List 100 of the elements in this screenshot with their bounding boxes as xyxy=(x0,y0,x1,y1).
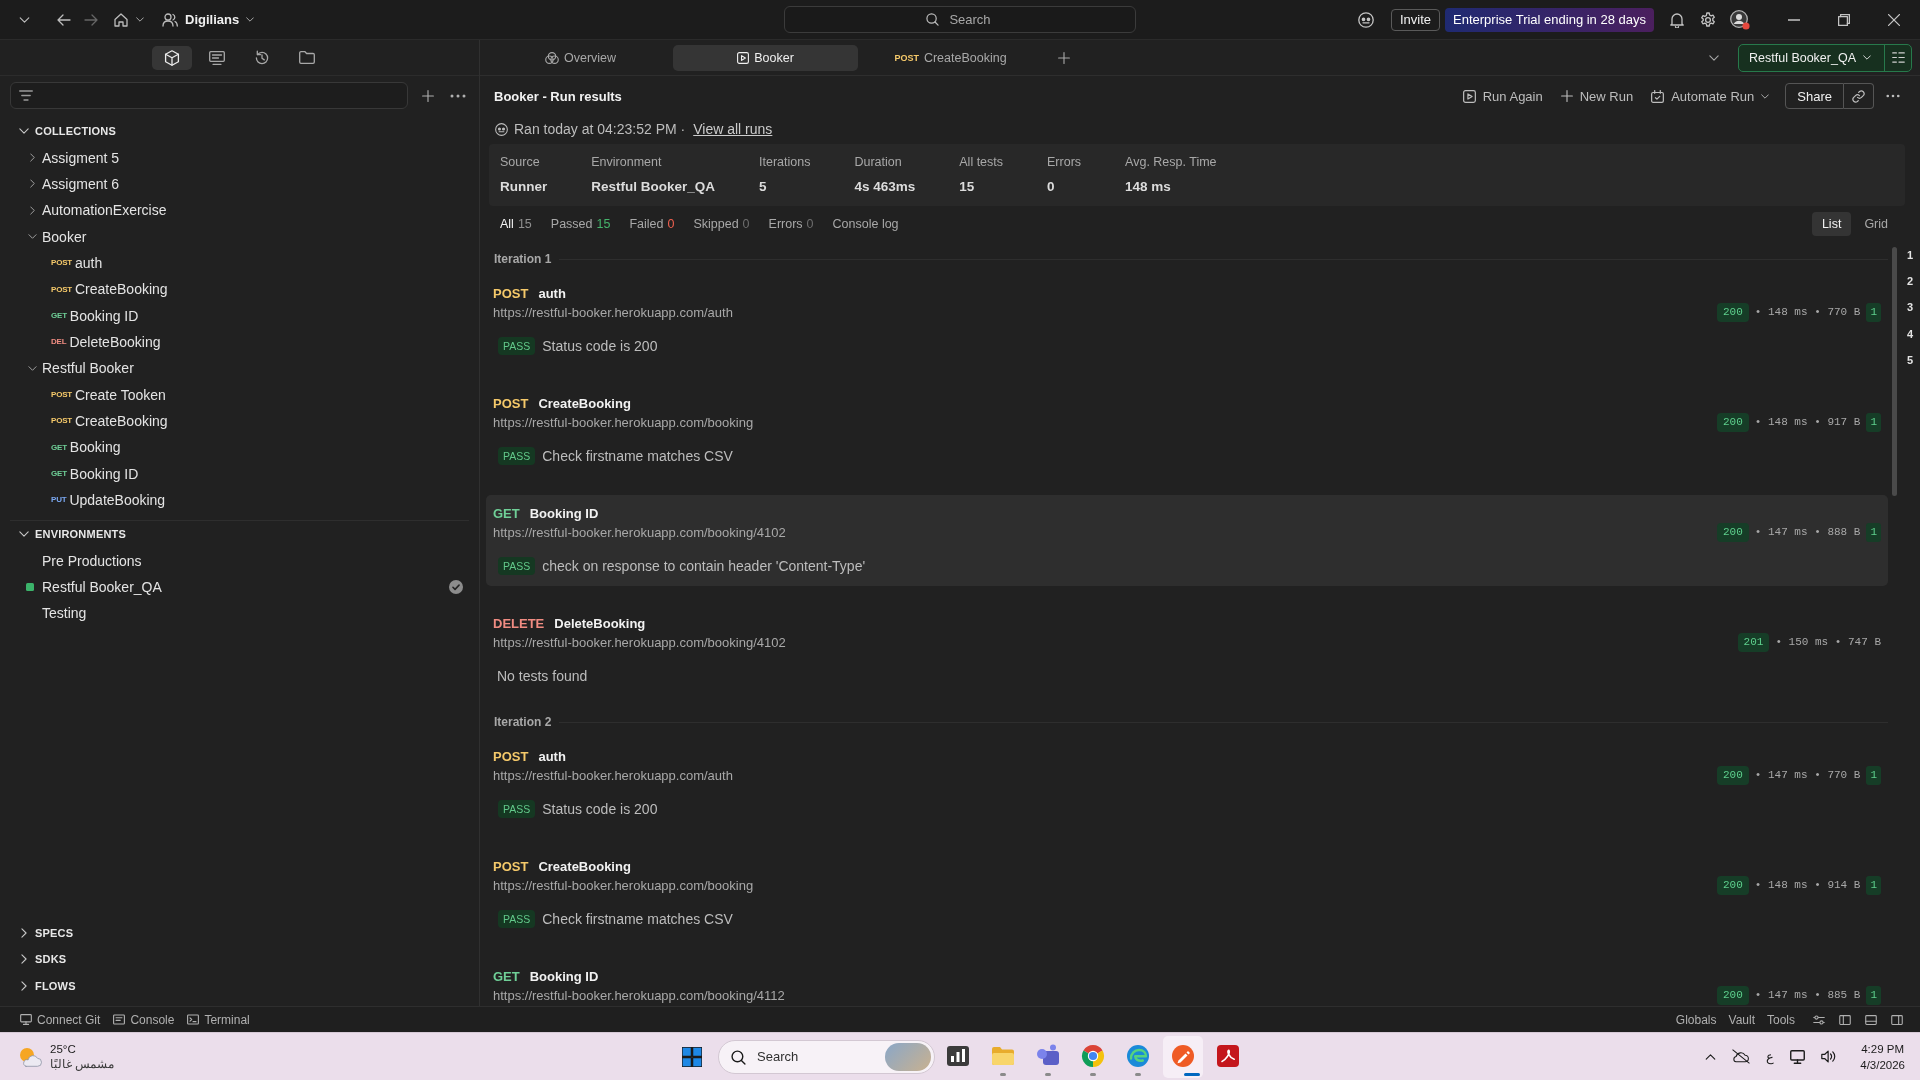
view-tab[interactable]: List xyxy=(1811,212,1852,236)
filter-tab[interactable]: Skipped 0 xyxy=(693,217,750,231)
tree-item[interactable]: DEL DeleteBooking xyxy=(25,328,479,356)
status-bar-button[interactable]: Globals xyxy=(1675,1012,1717,1027)
home-icon[interactable] xyxy=(114,12,128,27)
copy-link-button[interactable] xyxy=(1844,83,1874,109)
tree-item[interactable]: AutomationExercise xyxy=(0,197,479,224)
face-icon[interactable] xyxy=(1357,11,1374,28)
tree-item[interactable]: PUT UpdateBooking xyxy=(25,486,479,514)
iteration-link[interactable]: 4 xyxy=(1906,320,1914,347)
back-arrow-icon[interactable] xyxy=(57,13,71,26)
iteration-link[interactable]: 5 xyxy=(1906,346,1914,373)
more-icon[interactable] xyxy=(450,93,466,98)
share-button[interactable]: Share xyxy=(1785,83,1844,109)
section-header[interactable]: COLLECTIONS xyxy=(0,118,479,145)
action-button[interactable]: New Run xyxy=(1560,88,1634,104)
request-row[interactable]: GET Booking ID https://restful-booker.herokuapp.com/booking/4102 200 • 147 ms • 888 B 1 PASS check on response to contain header 'Content-Type' xyxy=(486,495,1888,586)
action-button[interactable]: Run Again xyxy=(1462,88,1543,104)
filter-field[interactable] xyxy=(10,82,408,109)
search-field[interactable]: Search xyxy=(784,6,1136,33)
monitor-icon[interactable] xyxy=(1790,1049,1806,1064)
filter-tab[interactable]: All 15 xyxy=(500,217,532,231)
request-row[interactable]: DELETE DeleteBooking https://restful-booker.herokuapp.com/booking/4102 201 • 150 ms • 747 B No tests found xyxy=(486,605,1888,696)
plus-icon[interactable] xyxy=(422,89,434,102)
status-bar-button[interactable]: Connect Git xyxy=(20,1012,101,1027)
tree-item[interactable]: GET Booking ID xyxy=(25,302,479,329)
view-tab[interactable]: Grid xyxy=(1854,212,1898,236)
invite-button[interactable]: Invite xyxy=(1390,8,1441,31)
settings-icon[interactable] xyxy=(1700,11,1716,28)
chevron-right-icon[interactable] xyxy=(21,980,27,991)
section-header[interactable]: FLOWS xyxy=(0,972,479,999)
restore-icon[interactable] xyxy=(1838,13,1850,26)
sliders-icon[interactable] xyxy=(1813,1014,1825,1025)
volume-icon[interactable] xyxy=(1821,1050,1837,1063)
status-bar-button[interactable]: Vault xyxy=(1728,1012,1755,1027)
cloud-off-icon[interactable] xyxy=(1732,1049,1751,1064)
avatar-icon[interactable] xyxy=(1730,9,1750,30)
section-header[interactable]: SPECS xyxy=(0,919,479,947)
environment-item[interactable]: Pre Productions xyxy=(0,547,479,574)
minimize-icon[interactable] xyxy=(1788,18,1800,21)
tree-item[interactable]: POST CreateBooking xyxy=(25,407,479,435)
tree-item[interactable]: Assigment 6 xyxy=(0,170,479,198)
list-icon[interactable] xyxy=(1892,52,1905,63)
forward-arrow-icon[interactable] xyxy=(84,13,98,26)
chevron-right-icon[interactable] xyxy=(29,153,35,162)
filter-tab[interactable]: Errors 0 xyxy=(768,217,814,231)
iteration-link[interactable]: 1 xyxy=(1906,242,1914,269)
tab[interactable]: Overview xyxy=(488,44,673,71)
sidebar-tab[interactable] xyxy=(152,45,192,70)
chevron-right-icon[interactable] xyxy=(21,954,27,965)
tree-item[interactable]: POST Create Tooken xyxy=(25,381,479,408)
section-header[interactable]: SDKS xyxy=(0,946,479,973)
filter-tab[interactable]: Passed 15 xyxy=(550,217,611,231)
status-bar-button[interactable]: Terminal xyxy=(187,1012,250,1027)
workspace-button[interactable]: Digilians xyxy=(162,12,255,27)
more-icon[interactable] xyxy=(1886,94,1900,98)
bell-icon[interactable] xyxy=(1670,11,1684,28)
taskbar-button[interactable] xyxy=(1162,1035,1203,1078)
tree-item[interactable]: Assigment 5 xyxy=(0,144,479,171)
chevron-down-icon[interactable] xyxy=(19,16,30,23)
request-row[interactable]: POST auth https://restful-booker.herokuapp.com/auth 200 • 148 ms • 770 B 1 PASS Status code is 200 xyxy=(486,275,1888,366)
request-row[interactable]: POST CreateBooking https://restful-booker.herokuapp.com/booking 200 • 148 ms • 917 B 1 PASS Check firstname matches CSV xyxy=(486,385,1888,476)
chevron-down-icon[interactable] xyxy=(27,234,37,240)
chevron-down-icon[interactable] xyxy=(19,128,29,135)
tree-item[interactable]: Booker xyxy=(0,223,479,250)
iteration-link[interactable]: 3 xyxy=(1906,294,1914,321)
tree-item[interactable]: GET Booking xyxy=(25,434,479,461)
action-button[interactable]: Automate Run xyxy=(1651,88,1770,104)
request-row[interactable]: GET Booking ID https://restful-booker.herokuapp.com/booking/4112 200 • 147 ms • 885 B 1 xyxy=(486,958,1888,1006)
iteration-link[interactable]: 2 xyxy=(1906,268,1914,295)
section-header[interactable]: ENVIRONMENTS xyxy=(0,521,479,548)
scrollbar-thumb[interactable] xyxy=(1892,247,1897,496)
tree-item[interactable]: GET Booking ID xyxy=(25,460,479,487)
panel-left-icon[interactable] xyxy=(1839,1014,1851,1025)
environment-select[interactable]: Restful Booker_QA xyxy=(1738,43,1912,72)
tab[interactable]: POST CreateBooking xyxy=(858,44,1043,71)
tree-item[interactable]: POST auth xyxy=(25,249,479,277)
trial-banner[interactable]: Enterprise Trial ending in 28 days xyxy=(1445,7,1654,32)
chevron-right-icon[interactable] xyxy=(29,205,35,215)
chevron-right-icon[interactable] xyxy=(29,179,35,189)
panel-right-icon[interactable] xyxy=(1891,1014,1903,1025)
status-bar-button[interactable]: Tools xyxy=(1767,1012,1795,1027)
environment-item[interactable]: Restful Booker_QA xyxy=(0,573,479,601)
chevron-up-icon[interactable] xyxy=(1705,1053,1717,1060)
chevron-right-icon[interactable] xyxy=(21,928,27,939)
filter-tab[interactable]: Failed 0 xyxy=(629,217,675,231)
panel-bottom-icon[interactable] xyxy=(1865,1014,1877,1025)
tree-item[interactable]: POST CreateBooking xyxy=(25,276,479,303)
tree-item[interactable]: Restful Booker xyxy=(0,355,479,382)
language-indicator[interactable]: ع xyxy=(1766,1049,1775,1064)
request-row[interactable]: POST auth https://restful-booker.herokuapp.com/auth 200 • 147 ms • 770 B 1 PASS Status code is 200 xyxy=(486,738,1888,829)
close-icon[interactable] xyxy=(1888,13,1900,26)
view-runs-link[interactable]: View all runs xyxy=(693,121,773,137)
filter-tab[interactable]: Console log xyxy=(832,217,899,231)
chevron-down-icon[interactable] xyxy=(19,531,29,538)
request-row[interactable]: POST CreateBooking https://restful-booker.herokuapp.com/booking 200 • 148 ms • 914 B 1 PASS Check firstname matches CSV xyxy=(486,848,1888,939)
caret-icon[interactable] xyxy=(136,17,144,22)
four-squares-icon[interactable] xyxy=(682,1046,702,1067)
tab[interactable]: Booker xyxy=(673,44,858,71)
chevron-down-icon[interactable] xyxy=(27,365,37,371)
